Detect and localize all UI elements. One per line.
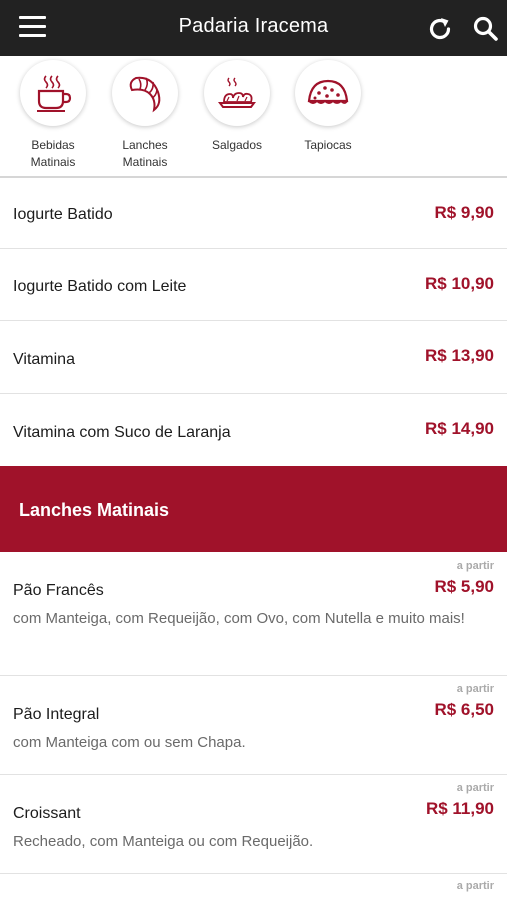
list-item[interactable]: a partir <box>0 874 507 900</box>
category-salgados[interactable]: Salgados <box>192 60 282 154</box>
item-price: R$ 6,50 <box>434 700 494 719</box>
category-bebidas-matinais[interactable]: Bebidas Matinais <box>8 60 98 171</box>
list-item[interactable]: Vitamina com Suco de Laranja R$ 14,90 <box>0 394 507 466</box>
list-item[interactable]: Iogurte Batido com Leite R$ 10,90 <box>0 249 507 321</box>
category-tapiocas[interactable]: Tapiocas <box>283 60 373 154</box>
app-header: Padaria Iracema <box>0 0 507 56</box>
item-price: R$ 13,90 <box>425 346 494 365</box>
search-icon[interactable] <box>472 15 499 42</box>
section-header: Lanches Matinais <box>0 466 507 552</box>
item-name: Iogurte Batido com Leite <box>13 278 187 295</box>
category-icon-wrapper <box>204 60 270 126</box>
category-lanches-matinais[interactable]: Lanches Matinais <box>100 60 190 171</box>
refresh-icon[interactable] <box>426 15 454 43</box>
item-description: com Manteiga, com Requeijão, com Ovo, co… <box>13 610 465 627</box>
list-item[interactable]: a partir Pão Francês R$ 5,90 com Manteig… <box>0 552 507 676</box>
price-from-label: a partir <box>456 880 494 892</box>
item-price: R$ 10,90 <box>425 274 494 293</box>
category-icon-wrapper <box>295 60 361 126</box>
list-item[interactable]: a partir Croissant R$ 11,90 Recheado, co… <box>0 775 507 874</box>
item-name: Iogurte Batido <box>13 206 113 223</box>
item-price: R$ 11,90 <box>425 799 494 818</box>
item-price: R$ 5,90 <box>434 577 494 596</box>
price-from-label: a partir <box>456 683 494 695</box>
list-item[interactable]: Vitamina R$ 13,90 <box>0 321 507 394</box>
item-description: Recheado, com Manteiga ou com Requeijão. <box>13 833 314 850</box>
section-title: Lanches Matinais <box>19 500 170 520</box>
list-item[interactable]: a partir Pão Integral R$ 6,50 com Mantei… <box>0 676 507 775</box>
category-icon-wrapper <box>20 60 86 126</box>
category-strip: Bebidas Matinais Lanches Matinais Salgad… <box>0 56 507 176</box>
pastries-tray-icon <box>218 77 256 108</box>
category-icon-wrapper <box>112 60 178 126</box>
item-name: Croissant <box>13 805 81 822</box>
category-label: Bebidas Matinais <box>30 138 76 169</box>
category-label: Tapiocas <box>304 138 352 152</box>
category-label: Salgados <box>211 138 263 152</box>
croissant-icon <box>129 76 161 113</box>
coffee-cup-icon <box>37 75 72 112</box>
price-from-label: a partir <box>456 560 494 572</box>
category-label: Lanches Matinais <box>122 138 168 169</box>
item-name: Vitamina <box>13 351 75 368</box>
item-name: Vitamina com Suco de Laranja <box>13 424 231 441</box>
item-price: R$ 14,90 <box>425 419 494 438</box>
item-name: Pão Francês <box>13 582 104 599</box>
price-from-label: a partir <box>456 782 494 794</box>
tapioca-icon <box>307 79 349 104</box>
list-item[interactable]: Iogurte Batido R$ 9,90 <box>0 178 507 249</box>
item-description: com Manteiga com ou sem Chapa. <box>13 734 246 751</box>
item-price: R$ 9,90 <box>434 203 494 222</box>
item-name: Pão Integral <box>13 706 100 723</box>
